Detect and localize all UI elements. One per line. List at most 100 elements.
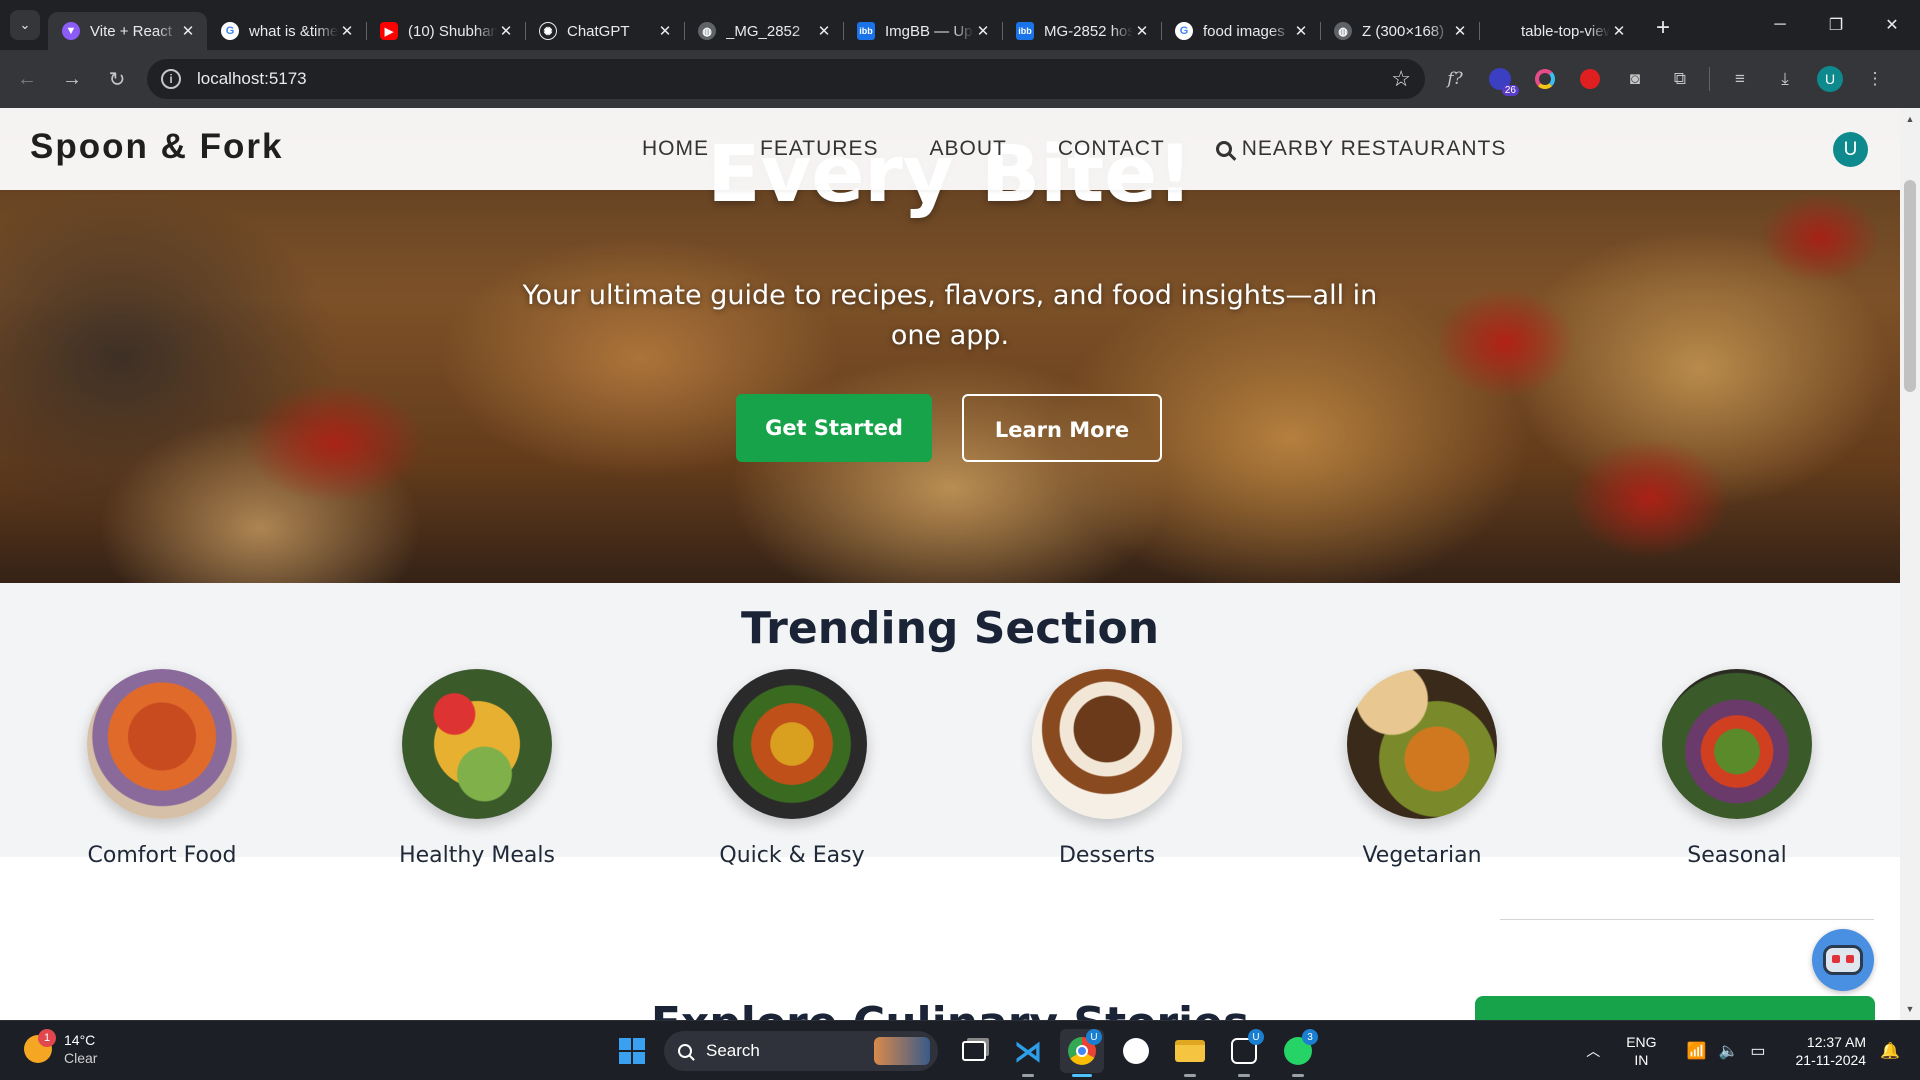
close-icon[interactable]: ✕ (815, 22, 833, 40)
quick-settings[interactable]: 📶 🔈 ▭ (1687, 1041, 1766, 1061)
taskbar-search[interactable]: Search (664, 1031, 938, 1071)
tab-list: ▼ Vite + React ✕ G what is &times; ✕ ▶ (… (48, 0, 1678, 50)
close-icon[interactable]: ✕ (1451, 22, 1469, 40)
close-icon[interactable]: ✕ (974, 22, 992, 40)
trending-item-seasonal[interactable]: Seasonal (1617, 669, 1857, 868)
tab-google-search[interactable]: G what is &times; ✕ (207, 12, 366, 50)
chatgpt-app[interactable]: U (1222, 1029, 1266, 1077)
desserts-image (1032, 669, 1182, 819)
close-icon[interactable]: ✕ (1610, 22, 1628, 40)
trending-item-comfort-food[interactable]: Comfort Food (42, 669, 282, 868)
reload-icon[interactable]: ↻ (99, 61, 135, 97)
close-icon[interactable]: ✕ (1292, 22, 1310, 40)
close-icon[interactable]: ✕ (1133, 22, 1151, 40)
search-icon (678, 1044, 692, 1058)
extensions-puzzle-icon[interactable]: ⧉ (1665, 64, 1695, 94)
user-avatar[interactable]: U (1833, 132, 1868, 167)
task-view-button[interactable] (952, 1029, 996, 1073)
tab-vite-react[interactable]: ▼ Vite + React ✕ (48, 12, 207, 50)
tab-chatgpt[interactable]: ✺ ChatGPT ✕ (525, 12, 684, 50)
start-button[interactable] (610, 1029, 654, 1073)
chat-panel-header[interactable] (1475, 996, 1875, 1020)
search-icon (1215, 141, 1232, 157)
extension-badge-icon[interactable]: 26 (1485, 64, 1519, 96)
close-icon[interactable]: ✕ (497, 22, 515, 40)
vscode-app[interactable]: ⋊ (1006, 1029, 1050, 1077)
tab-z-image[interactable]: ◍ Z (300×168) ✕ (1320, 12, 1479, 50)
new-tab-button[interactable]: + (1648, 13, 1678, 43)
file-explorer-app[interactable] (1168, 1029, 1212, 1077)
windows-taskbar: 1 14°C Clear Search ⋊ U U 3 ︿ ENG IN 📶 🔈… (0, 1020, 1920, 1080)
tab-title: Vite + React (90, 22, 172, 40)
nav-features[interactable]: FEATURES (760, 137, 878, 161)
tab-food-images[interactable]: G food images ✕ (1161, 12, 1320, 50)
address-bar[interactable]: i localhost:5173 ☆ (147, 59, 1425, 99)
site-info-icon[interactable]: i (161, 69, 181, 89)
brand-logo[interactable]: Spoon & Fork (30, 127, 283, 167)
trending-item-vegetarian[interactable]: Vegetarian (1302, 669, 1542, 868)
forward-arrow-icon[interactable]: → (54, 61, 90, 97)
restore-icon[interactable]: ❐ (1808, 0, 1864, 50)
scroll-up-arrow-icon[interactable]: ▲ (1900, 110, 1920, 128)
show-hidden-icons-chevron-icon[interactable]: ︿ (1586, 1041, 1600, 1061)
window-close-icon[interactable]: ✕ (1864, 0, 1920, 50)
nav-nearby-label: NEARBY RESTAURANTS (1241, 137, 1507, 160)
chatbot-button[interactable] (1812, 929, 1874, 991)
running-indicator (1238, 1074, 1250, 1077)
bookmark-star-icon[interactable]: ☆ (1391, 66, 1411, 92)
tab-imgbb-image[interactable]: ibb MG-2852 hosted ✕ (1002, 12, 1161, 50)
tab-title: what is &times; (249, 22, 338, 40)
language-region: IN (1634, 1052, 1649, 1068)
trending-item-healthy-meals[interactable]: Healthy Meals (357, 669, 597, 868)
hand-extension-icon[interactable] (1575, 64, 1605, 94)
battery-icon: ▭ (1750, 1043, 1766, 1060)
get-started-button[interactable]: Get Started (736, 394, 932, 462)
weather-widget[interactable]: 1 14°C Clear (24, 1029, 97, 1067)
profile-avatar: U (1817, 66, 1843, 92)
nav-nearby-restaurants[interactable]: NEARBY RESTAURANTS (1215, 137, 1507, 161)
tab-youtube[interactable]: ▶ (10) Shubham ✕ (366, 12, 525, 50)
github-app[interactable] (1114, 1029, 1158, 1073)
tab-mg-2852[interactable]: ◍ _MG_2852 ✕ (684, 12, 843, 50)
system-tray: ︿ ENG IN 📶 🔈 ▭ 12:37 AM 21-11-2024 🔔 (1586, 1021, 1920, 1080)
url-text[interactable]: localhost:5173 (197, 69, 1391, 89)
notification-bell-icon[interactable]: 🔔 (1880, 1041, 1900, 1061)
chatgpt-icon: ✺ (539, 22, 557, 40)
close-icon[interactable]: ✕ (656, 22, 674, 40)
language-indicator[interactable]: ENG IN (1626, 1033, 1656, 1069)
page-scrollbar[interactable]: ▲ ▼ (1900, 108, 1920, 1020)
learn-more-button[interactable]: Learn More (962, 394, 1162, 462)
scroll-down-arrow-icon[interactable]: ▼ (1900, 1000, 1920, 1018)
trending-item-label: Seasonal (1687, 843, 1787, 868)
trending-item-label: Desserts (1058, 843, 1156, 868)
whatsapp-app[interactable]: 3 (1276, 1029, 1320, 1077)
trending-item-label: Comfort Food (87, 843, 237, 868)
color-wheel-extension-icon[interactable] (1530, 64, 1560, 94)
trending-item-quick-easy[interactable]: Quick & Easy (672, 669, 912, 868)
minimize-icon[interactable]: ─ (1752, 0, 1808, 50)
camera-extension-icon[interactable]: ◙ (1620, 64, 1650, 94)
tab-search-button[interactable]: ⌄ (10, 10, 40, 40)
back-arrow-icon[interactable]: ← (9, 61, 45, 97)
tab-table-top[interactable]: table-top-view ✕ (1479, 12, 1638, 50)
browser-menu-icon[interactable]: ⋮ (1860, 64, 1890, 94)
tab-imgbb[interactable]: ibb ImgBB — Upload ✕ (843, 12, 1002, 50)
trending-item-desserts[interactable]: Desserts (987, 669, 1227, 868)
browser-tab-strip: ⌄ ▼ Vite + React ✕ G what is &times; ✕ ▶… (0, 0, 1920, 50)
imgbb-icon: ibb (857, 22, 875, 40)
download-icon[interactable]: ⤓ (1770, 64, 1800, 94)
formula-extension-icon[interactable]: f? (1440, 64, 1470, 94)
clock-time: 12:37 AM (1806, 1034, 1867, 1050)
clock-date: 21-11-2024 (1795, 1052, 1867, 1068)
profile-button[interactable]: U (1815, 64, 1845, 94)
nav-home[interactable]: HOME (642, 137, 709, 161)
clock[interactable]: 12:37 AM 21-11-2024 (1796, 1033, 1867, 1069)
nav-contact[interactable]: CONTACT (1058, 137, 1165, 161)
media-queue-icon[interactable]: ≡ (1725, 64, 1755, 94)
close-icon[interactable]: ✕ (338, 22, 356, 40)
tab-title: Z (300×168) (1362, 22, 1445, 40)
nav-about[interactable]: ABOUT (929, 137, 1006, 161)
scrollbar-thumb[interactable] (1904, 180, 1916, 392)
close-icon[interactable]: ✕ (179, 22, 197, 40)
chrome-app[interactable]: U (1060, 1029, 1104, 1077)
